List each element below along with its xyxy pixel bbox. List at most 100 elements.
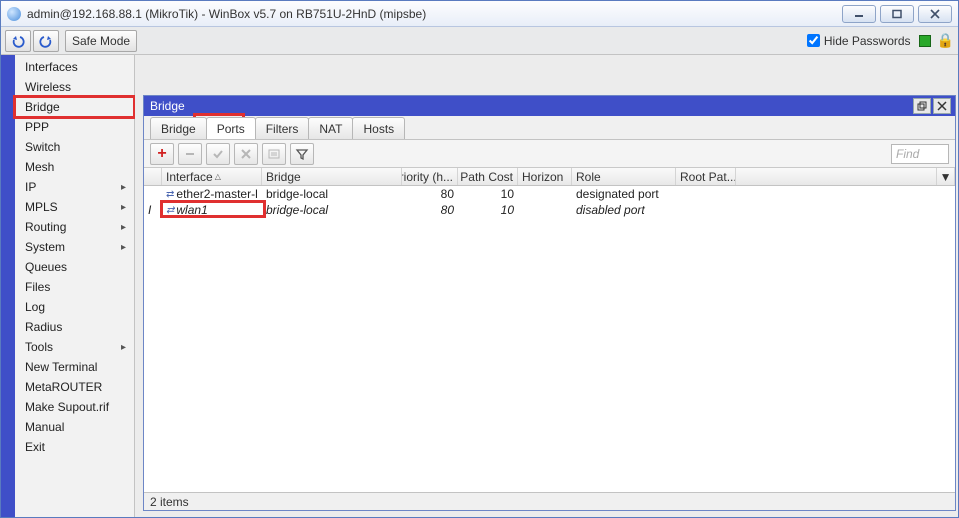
menu-item-ip[interactable]: IP ▸	[15, 177, 134, 197]
hide-passwords-checkbox[interactable]	[807, 34, 820, 47]
menu-item-radius[interactable]: Radius	[15, 317, 134, 337]
inner-restore-button[interactable]	[913, 98, 931, 114]
session-strip	[1, 55, 15, 517]
menu-item-mesh[interactable]: Mesh	[15, 157, 134, 177]
menu-item-wireless[interactable]: Wireless	[15, 77, 134, 97]
menu-item-label: Routing	[25, 220, 66, 234]
col-interface[interactable]: Interface△	[162, 168, 262, 185]
inner-title-text: Bridge	[148, 99, 911, 113]
tab-filters[interactable]: Filters	[255, 117, 310, 139]
inner-titlebar[interactable]: Bridge	[144, 96, 955, 116]
menu-item-interfaces[interactable]: Interfaces	[15, 57, 134, 77]
table-row[interactable]: I⇄wlan1bridge-local8010disabled port	[144, 202, 955, 218]
maximize-button[interactable]	[880, 5, 914, 23]
hide-passwords-toggle[interactable]: Hide Passwords	[807, 34, 911, 48]
menu-item-switch[interactable]: Switch	[15, 137, 134, 157]
cell: disabled port	[572, 203, 676, 217]
filter-button[interactable]	[290, 143, 314, 165]
col-priority[interactable]: Priority (h...	[402, 168, 458, 185]
menu-item-label: Manual	[25, 420, 64, 434]
tab-ports[interactable]: Ports	[206, 117, 256, 139]
titlebar: admin@192.168.88.1 (MikroTik) - WinBox v…	[1, 1, 958, 27]
interface-icon: ⇄	[166, 189, 174, 200]
window-title: admin@192.168.88.1 (MikroTik) - WinBox v…	[27, 7, 842, 21]
workspace: Bridge BridgePortsFiltersNATHosts +	[135, 55, 958, 517]
menu-item-label: Interfaces	[25, 60, 78, 74]
main-menu: Interfaces Wireless Bridge PPP SwitchMesh IP ▸…	[15, 55, 135, 517]
undo-button[interactable]	[5, 30, 31, 52]
menu-item-ppp[interactable]: PPP	[15, 117, 134, 137]
tab-nat[interactable]: NAT	[308, 117, 353, 139]
menu-item-label: MPLS	[25, 200, 58, 214]
safe-mode-button[interactable]: Safe Mode	[65, 30, 137, 52]
col-spacer	[736, 168, 937, 185]
menu-item-label: PPP	[25, 120, 49, 134]
menu-item-exit[interactable]: Exit	[15, 437, 134, 457]
tab-hosts[interactable]: Hosts	[352, 117, 405, 139]
add-button[interactable]: +	[150, 143, 174, 165]
app-icon	[7, 7, 21, 21]
comment-button[interactable]	[262, 143, 286, 165]
hide-passwords-label: Hide Passwords	[824, 34, 911, 48]
bridge-window: Bridge BridgePortsFiltersNATHosts +	[143, 95, 956, 511]
remove-button[interactable]	[178, 143, 202, 165]
menu-item-system[interactable]: System▸	[15, 237, 134, 257]
menu-item-make-supout-rif[interactable]: Make Supout.rif	[15, 397, 134, 417]
bridge-ports-toolbar: + Fi	[144, 140, 955, 168]
cell: bridge-local	[262, 187, 402, 201]
cell: 10	[458, 203, 518, 217]
close-button[interactable]	[918, 5, 952, 23]
menu-item-tools[interactable]: Tools ▸	[15, 337, 134, 357]
disable-button[interactable]	[234, 143, 258, 165]
cell: bridge-local	[262, 203, 402, 217]
tab-bridge[interactable]: Bridge	[150, 117, 207, 139]
submenu-arrow-icon: ▸	[121, 182, 126, 193]
menu-item-queues[interactable]: Queues	[15, 257, 134, 277]
main-toolbar: Safe Mode Hide Passwords 🔒	[1, 27, 958, 55]
redo-button[interactable]	[33, 30, 59, 52]
menu-item-label: Bridge	[25, 100, 60, 114]
menu-item-bridge[interactable]: Bridge	[15, 97, 134, 117]
enable-button[interactable]	[206, 143, 230, 165]
cell: ⇄wlan1	[162, 203, 262, 217]
find-input[interactable]: Find	[891, 144, 949, 164]
menu-item-log[interactable]: Log	[15, 297, 134, 317]
menu-item-manual[interactable]: Manual	[15, 417, 134, 437]
menu-item-new-terminal[interactable]: New Terminal	[15, 357, 134, 377]
col-horizon[interactable]: Horizon	[518, 168, 572, 185]
menu-item-label: Log	[25, 300, 45, 314]
col-root-path[interactable]: Root Pat...	[676, 168, 736, 185]
menu-item-mpls[interactable]: MPLS▸	[15, 197, 134, 217]
minimize-button[interactable]	[842, 5, 876, 23]
col-bridge[interactable]: Bridge	[262, 168, 402, 185]
cell: I	[144, 203, 162, 217]
menu-item-label: Exit	[25, 440, 45, 454]
cell: designated port	[572, 187, 676, 201]
menu-item-label: MetaROUTER	[25, 380, 102, 394]
col-role[interactable]: Role	[572, 168, 676, 185]
cell: ⇄ether2-master-l	[162, 187, 262, 201]
col-flags[interactable]	[144, 168, 162, 185]
inner-close-button[interactable]	[933, 98, 951, 114]
menu-item-label: Queues	[25, 260, 67, 274]
grid-status: 2 items	[144, 492, 955, 510]
cell: 10	[458, 187, 518, 201]
grid-body: ⇄ether2-master-lbridge-local8010 designat…	[144, 186, 955, 492]
menu-item-routing[interactable]: Routing ▸	[15, 217, 134, 237]
table-row[interactable]: ⇄ether2-master-lbridge-local8010 designat…	[144, 186, 955, 202]
submenu-arrow-icon: ▸	[121, 342, 126, 353]
menu-item-label: Make Supout.rif	[25, 400, 109, 414]
menu-item-files[interactable]: Files	[15, 277, 134, 297]
col-path-cost[interactable]: Path Cost	[458, 168, 518, 185]
submenu-arrow-icon: ▸	[121, 222, 126, 233]
menu-item-label: IP	[25, 180, 36, 194]
col-menu-button[interactable]: ▼	[937, 168, 955, 185]
cell: 80	[402, 187, 458, 201]
menu-item-label: Radius	[25, 320, 62, 334]
grid-header: Interface△ Bridge Priority (h... Path Co…	[144, 168, 955, 186]
winbox-window: admin@192.168.88.1 (MikroTik) - WinBox v…	[0, 0, 959, 518]
menu-item-metarouter[interactable]: MetaROUTER	[15, 377, 134, 397]
menu-item-label: Tools	[25, 340, 53, 354]
submenu-arrow-icon: ▸	[121, 242, 126, 253]
ports-grid: Interface△ Bridge Priority (h... Path Co…	[144, 168, 955, 510]
